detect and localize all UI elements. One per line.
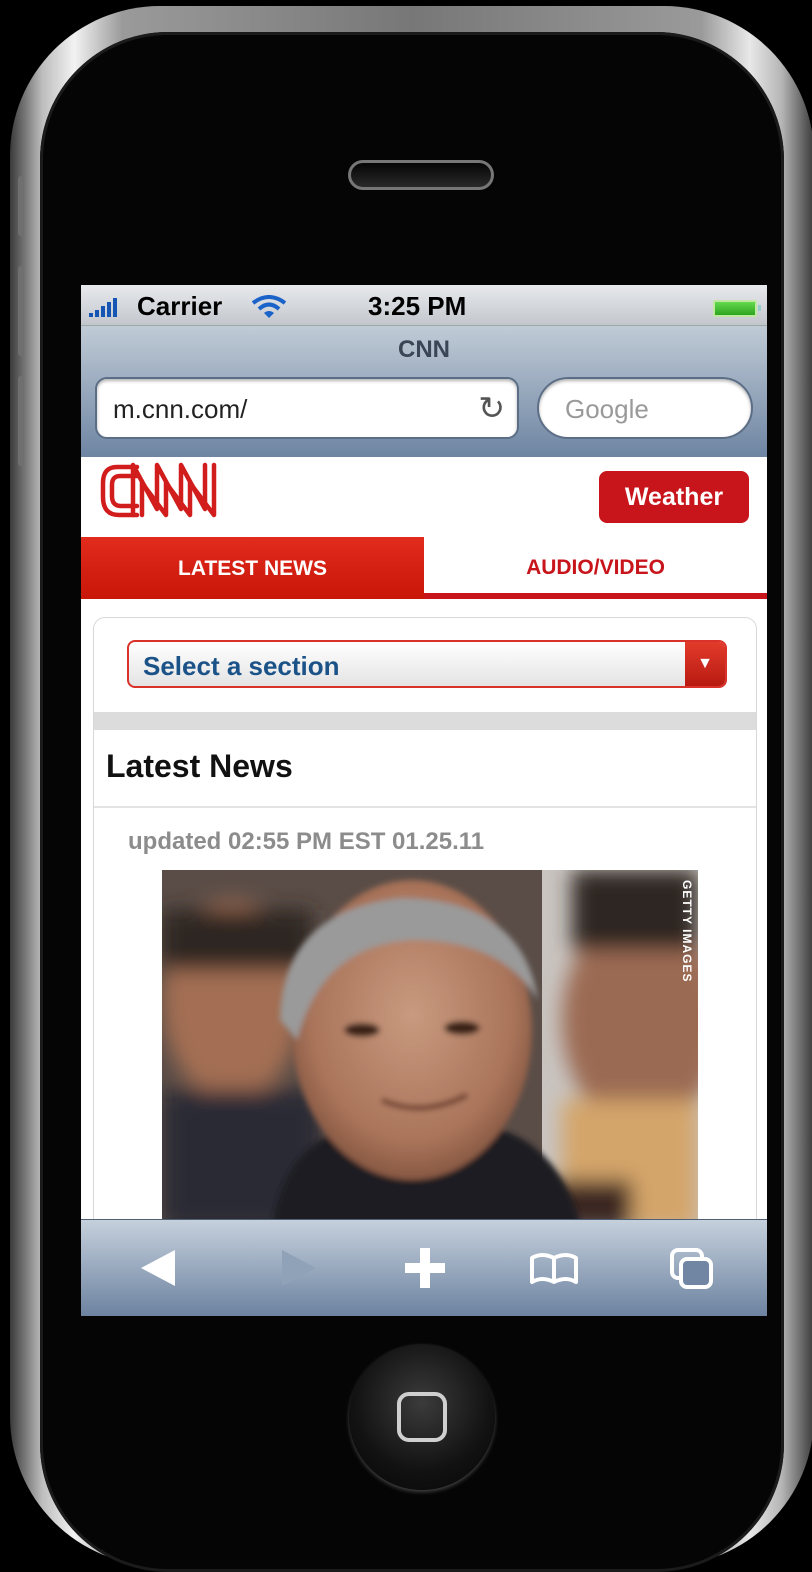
- updated-timestamp: updated 02:55 PM EST 01.25.11: [128, 828, 485, 855]
- mute-switch: [18, 176, 24, 236]
- clock: 3:25 PM: [368, 291, 467, 321]
- content-panel: Select a section ▼ Latest News updated 0…: [93, 617, 757, 1316]
- cnn-logo[interactable]: [99, 459, 227, 521]
- tab-latest-news[interactable]: LATEST NEWS: [81, 537, 424, 599]
- browser-toolbar: [81, 1219, 767, 1316]
- volume-up-button: [18, 266, 24, 356]
- weather-button[interactable]: Weather: [599, 471, 749, 523]
- pages-icon[interactable]: [661, 1240, 721, 1296]
- section-select[interactable]: Select a section ▼: [127, 640, 727, 688]
- home-icon: [397, 1392, 447, 1442]
- status-bar: Carrier 3:25 PM: [81, 285, 767, 325]
- signal-bars-icon: [89, 298, 117, 317]
- divider: [94, 712, 756, 730]
- reload-icon[interactable]: ↻: [478, 389, 505, 427]
- section-select-label: Select a section: [143, 651, 340, 681]
- phone-screen: Carrier 3:25 PM CNN m.cnn.com/ ↻ Google: [81, 285, 767, 1316]
- url-field[interactable]: m.cnn.com/ ↻: [95, 377, 519, 439]
- tab-audio-video[interactable]: AUDIO/VIDEO: [424, 537, 767, 599]
- search-placeholder: Google: [565, 394, 649, 424]
- back-icon[interactable]: [131, 1240, 191, 1296]
- chevron-down-icon: ▼: [685, 642, 725, 686]
- wifi-icon: [251, 295, 287, 318]
- section-tabs: LATEST NEWS AUDIO/VIDEO: [81, 537, 767, 599]
- photo-credit: GETTY IMAGES: [680, 880, 694, 983]
- earpiece-speaker: [348, 160, 494, 190]
- page-title: CNN: [398, 336, 450, 363]
- divider: [94, 806, 756, 808]
- news-photo-image: [162, 870, 698, 1230]
- home-button[interactable]: [349, 1344, 495, 1490]
- news-photo[interactable]: GETTY IMAGES: [162, 870, 698, 1230]
- section-heading: Latest News: [106, 748, 293, 784]
- browser-address-bar: CNN m.cnn.com/ ↻ Google: [81, 325, 767, 458]
- add-icon[interactable]: [395, 1240, 455, 1296]
- forward-icon[interactable]: [266, 1240, 326, 1296]
- url-text: m.cnn.com/: [113, 394, 248, 424]
- bookmarks-icon[interactable]: [524, 1240, 584, 1296]
- search-field[interactable]: Google: [537, 377, 753, 439]
- volume-down-button: [18, 376, 24, 466]
- battery-icon: [713, 300, 761, 317]
- site-header: Weather: [81, 457, 767, 539]
- carrier-name: Carrier: [137, 291, 223, 321]
